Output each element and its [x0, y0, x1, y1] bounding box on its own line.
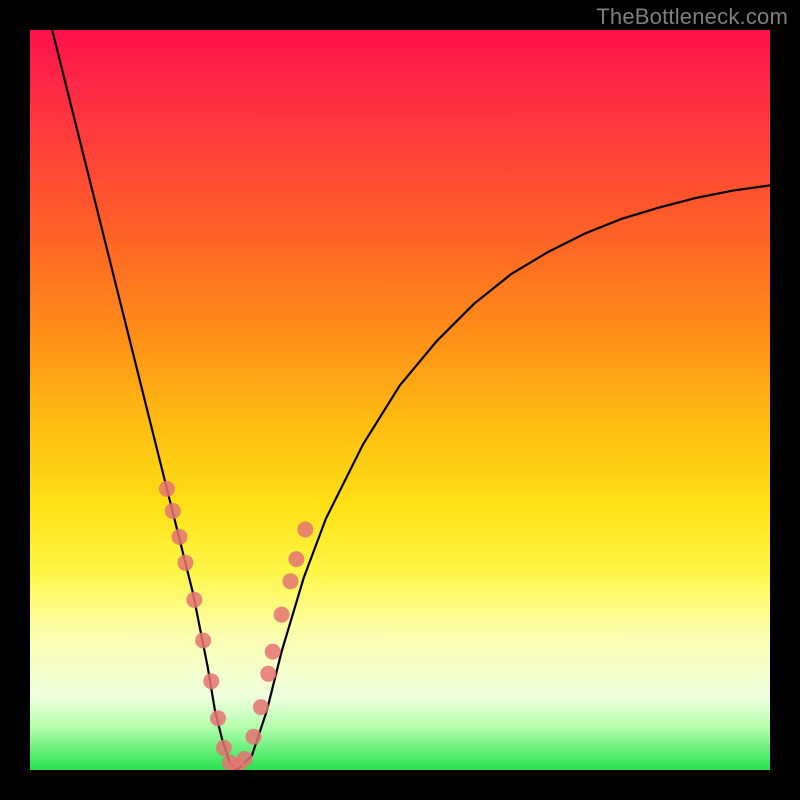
- marker-dot: [297, 522, 313, 538]
- marker-dot: [265, 644, 281, 660]
- marker-dot: [253, 699, 269, 715]
- bottleneck-curve: [52, 30, 770, 770]
- marker-dot: [274, 607, 290, 623]
- marker-dot: [282, 573, 298, 589]
- chart-overlay: [30, 30, 770, 770]
- marker-dot: [260, 666, 276, 682]
- marker-dot: [288, 551, 304, 567]
- marker-dot: [195, 633, 211, 649]
- marker-dot: [216, 740, 232, 756]
- watermark-text: TheBottleneck.com: [596, 4, 788, 30]
- chart-frame: TheBottleneck.com: [0, 0, 800, 800]
- marker-dot: [186, 592, 202, 608]
- marker-dot: [245, 729, 261, 745]
- marker-dot: [159, 481, 175, 497]
- marker-dot: [203, 673, 219, 689]
- marker-dot: [165, 503, 181, 519]
- marker-dot: [237, 751, 253, 767]
- marker-dot: [171, 529, 187, 545]
- plot-area: [30, 30, 770, 770]
- marker-dot: [177, 555, 193, 571]
- marker-dot: [210, 710, 226, 726]
